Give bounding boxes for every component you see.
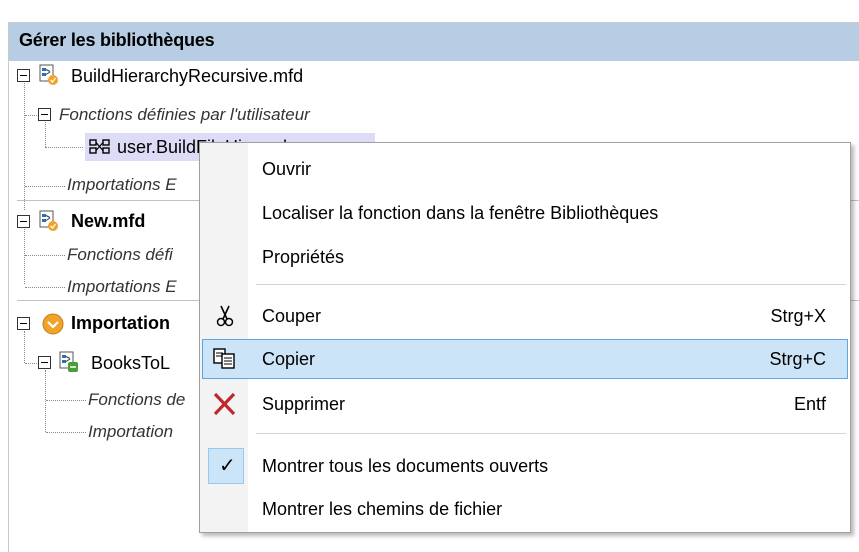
tree-item-imports-file1[interactable]: Importations E — [67, 171, 177, 199]
imports-clock-icon — [42, 313, 64, 335]
udf-group-label: Fonctions définies par l'utilisateur — [59, 105, 310, 124]
panel-title: Gérer les bibliothèques — [19, 30, 215, 50]
menu-item-open[interactable]: Ouvrir — [202, 149, 848, 189]
menu-shortcut-delete: Entf — [793, 394, 826, 414]
bookstol-label: BooksToL — [91, 352, 171, 373]
context-menu: Ouvrir Localiser la fonction dans la fen… — [199, 142, 851, 533]
tree-item-file2[interactable]: New.mfd — [71, 207, 145, 235]
tree-item-udf-group-file2[interactable]: Fonctions défi — [67, 241, 173, 269]
function-icon — [89, 139, 110, 154]
menu-label-cut: Couper — [262, 306, 322, 326]
menu-item-copy[interactable]: Copier Strg+C — [202, 339, 848, 379]
udf-group-label-bookstol: Fonctions de — [88, 390, 186, 409]
menu-label-locate: Localiser la fonction dans la fenêtre Bi… — [262, 203, 659, 223]
file1-name: BuildHierarchyRecursive.mfd — [71, 65, 304, 86]
menu-label-delete: Supprimer — [262, 394, 346, 414]
copy-icon — [213, 348, 235, 369]
menu-item-locate-function[interactable]: Localiser la fonction dans la fenêtre Bi… — [202, 193, 848, 233]
imports-label-file1: Importations E — [67, 175, 177, 194]
imports-label-bookstol: Importation — [88, 422, 174, 441]
menu-separator — [256, 284, 846, 285]
tree-item-imports-file2[interactable]: Importations E — [67, 273, 177, 301]
collapse-toggle-bookstol[interactable] — [38, 356, 51, 369]
mapping-file-icon — [59, 351, 78, 372]
collapse-toggle-imports[interactable] — [17, 317, 30, 330]
tree-item-udf-group[interactable]: Fonctions définies par l'utilisateur — [59, 101, 310, 129]
checkmark-icon — [208, 448, 244, 484]
menu-label-copy: Copier — [262, 349, 316, 369]
collapse-toggle-file1[interactable] — [17, 69, 30, 82]
imports-label-file2: Importations E — [67, 277, 177, 296]
tree-item-bookstol[interactable]: BooksToL — [91, 349, 170, 377]
panel-header: Gérer les bibliothèques — [9, 23, 859, 61]
tree-item-imports-group[interactable]: Importation — [71, 309, 170, 337]
menu-label-open: Ouvrir — [262, 159, 311, 179]
collapse-toggle-file2[interactable] — [17, 215, 30, 228]
menu-shortcut-cut: Strg+X — [770, 306, 826, 326]
menu-label-show-all: Montrer tous les documents ouverts — [262, 456, 549, 476]
tree-item-file1[interactable]: BuildHierarchyRecursive.mfd — [71, 62, 303, 90]
tree-item-imports-bookstol[interactable]: Importation — [88, 418, 173, 446]
udf-group-label-file2: Fonctions défi — [67, 245, 173, 264]
imports-group-label: Importation — [71, 312, 170, 333]
menu-separator — [256, 433, 846, 434]
menu-shortcut-copy: Strg+C — [769, 349, 826, 369]
menu-item-cut[interactable]: Couper Strg+X — [202, 296, 848, 336]
mapping-file-icon — [39, 210, 58, 231]
menu-item-show-file-paths[interactable]: Montrer les chemins de fichier — [202, 489, 848, 529]
menu-label-show-paths: Montrer les chemins de fichier — [262, 499, 503, 519]
mapping-file-icon — [39, 64, 58, 85]
menu-label-properties: Propriétés — [262, 247, 345, 267]
delete-x-icon — [213, 392, 236, 416]
file2-name: New.mfd — [71, 210, 146, 231]
collapse-toggle-udf-group[interactable] — [38, 108, 51, 121]
tree-item-udf-group-bookstol[interactable]: Fonctions de — [88, 386, 185, 414]
scissors-icon — [216, 305, 234, 327]
menu-item-delete[interactable]: Supprimer Entf — [202, 384, 848, 424]
menu-item-properties[interactable]: Propriétés — [202, 237, 848, 277]
menu-item-show-all-documents[interactable]: Montrer tous les documents ouverts — [202, 446, 848, 486]
